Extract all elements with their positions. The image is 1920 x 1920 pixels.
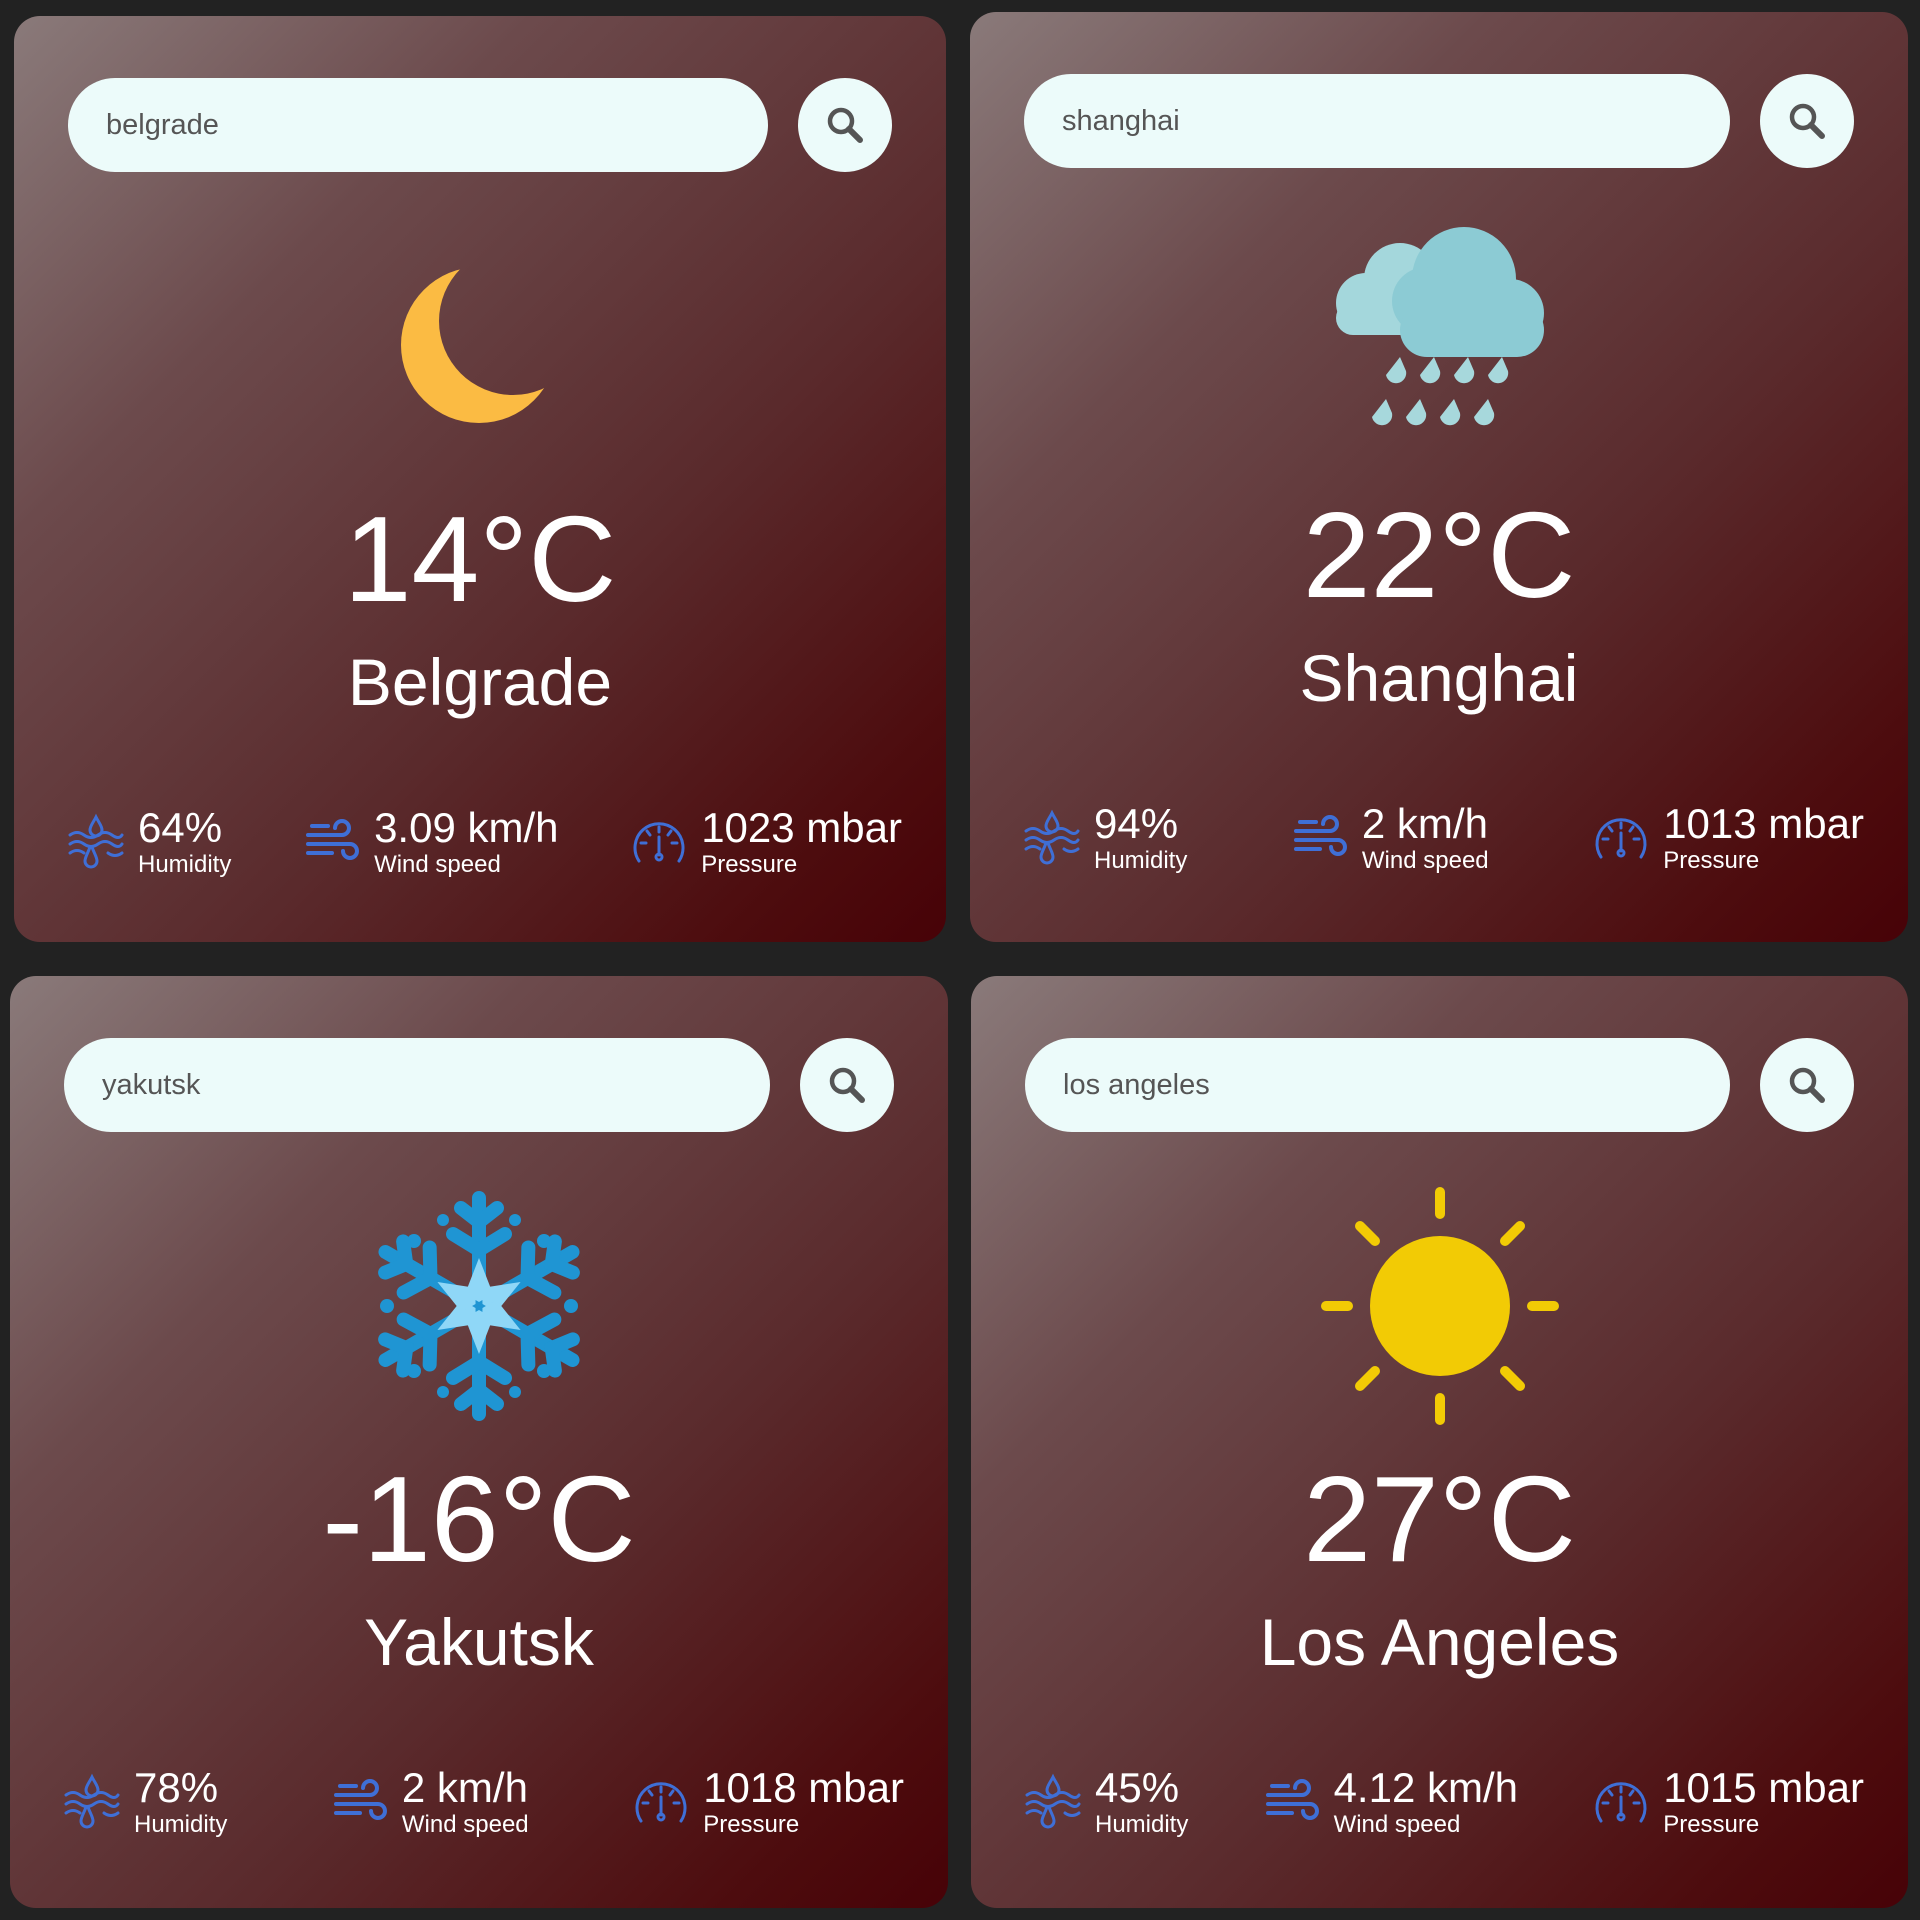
search-button[interactable]	[800, 1038, 894, 1132]
wind-icon	[1293, 815, 1347, 856]
search-icon	[827, 107, 863, 143]
pressure-gauge-icon	[633, 822, 685, 863]
pressure-label: Pressure	[1663, 1811, 1760, 1838]
wind-value: 4.12 km/h	[1333, 1764, 1518, 1811]
wind-icon	[1265, 1779, 1319, 1820]
humidity-stat: 94% Humidity	[1022, 801, 1187, 875]
weather-card-los-angeles: 27°C Los Angeles 45% Humidity	[971, 976, 1908, 1908]
weather-icon	[1314, 217, 1564, 467]
weather-dashboard: 14°C Belgrade 64% Humidity	[0, 0, 1920, 1920]
humidity-stat: 45% Humidity	[1023, 1765, 1188, 1839]
weather-stats: 45% Humidity 4.12 km/h Wind speed 1015 m…	[1023, 1752, 1864, 1852]
pressure-label: Pressure	[703, 1811, 800, 1838]
humidity-label: Humidity	[134, 1811, 228, 1838]
search-bar	[64, 1038, 894, 1132]
search-bar	[68, 78, 892, 172]
weather-stats: 94% Humidity 2 km/h Wind speed 1013 mbar…	[1022, 788, 1864, 888]
city-name: Los Angeles	[1259, 1605, 1620, 1679]
rain-cloud-icon	[1336, 227, 1544, 426]
pressure-gauge-icon	[1595, 1782, 1647, 1823]
pressure-stat: 1015 mbar Pressure	[1591, 1765, 1864, 1839]
sun-icon	[1320, 1187, 1559, 1425]
snowflake-icon	[378, 1191, 580, 1421]
wind-stat: 4.12 km/h Wind speed	[1262, 1765, 1518, 1839]
humidity-label: Humidity	[138, 851, 232, 878]
search-button[interactable]	[798, 78, 892, 172]
humidity-icon	[1024, 809, 1080, 865]
wind-label: Wind speed	[1361, 847, 1489, 874]
search-input[interactable]	[1024, 74, 1730, 168]
humidity-icon	[1025, 1773, 1081, 1829]
temperature: 27°C	[1303, 1451, 1576, 1587]
humidity-value: 45%	[1095, 1764, 1180, 1811]
pressure-value: 1023 mbar	[701, 804, 902, 851]
weather-stats: 78% Humidity 2 km/h Wind speed 1018 mbar…	[62, 1752, 904, 1852]
weather-icon	[354, 1181, 604, 1431]
humidity-value: 78%	[134, 1764, 219, 1811]
pressure-value: 1015 mbar	[1663, 1764, 1864, 1811]
weather-card-belgrade: 14°C Belgrade 64% Humidity	[14, 16, 946, 942]
temperature: 14°C	[343, 491, 617, 627]
weather-card-yakutsk: -16°C Yakutsk 78% Humidity	[10, 976, 948, 1908]
humidity-value: 64%	[138, 804, 223, 851]
pressure-gauge-icon	[1595, 818, 1647, 859]
city-name: Yakutsk	[364, 1605, 594, 1679]
search-bar	[1024, 74, 1854, 168]
search-input[interactable]	[68, 78, 768, 172]
wind-icon	[333, 1779, 387, 1820]
pressure-value: 1013 mbar	[1663, 800, 1864, 847]
wind-stat: 2 km/h Wind speed	[1290, 801, 1489, 875]
search-input[interactable]	[1025, 1038, 1730, 1132]
search-bar	[1025, 1038, 1854, 1132]
humidity-icon	[64, 1773, 120, 1829]
search-button[interactable]	[1760, 1038, 1854, 1132]
humidity-label: Humidity	[1094, 847, 1188, 874]
wind-stat: 2 km/h Wind speed	[330, 1765, 529, 1839]
wind-label: Wind speed	[401, 1811, 529, 1838]
wind-value: 2 km/h	[401, 1764, 528, 1811]
pressure-label: Pressure	[701, 851, 798, 878]
humidity-label: Humidity	[1095, 1811, 1189, 1838]
pressure-gauge-icon	[635, 1782, 687, 1823]
weather-card-shanghai: 22°C Shanghai 94% Humidity	[970, 12, 1908, 942]
search-icon	[1789, 103, 1825, 139]
pressure-stat: 1023 mbar Pressure	[629, 805, 902, 879]
pressure-label: Pressure	[1663, 847, 1760, 874]
wind-value: 3.09 km/h	[374, 804, 559, 851]
temperature: 22°C	[1302, 487, 1576, 623]
humidity-icon	[68, 813, 124, 869]
search-icon	[829, 1067, 865, 1103]
search-input[interactable]	[64, 1038, 770, 1132]
wind-label: Wind speed	[1333, 1811, 1461, 1838]
humidity-value: 94%	[1094, 800, 1179, 847]
wind-icon	[306, 819, 360, 860]
search-button[interactable]	[1760, 74, 1854, 168]
weather-stats: 64% Humidity 3.09 km/h Wind speed 1023 m…	[66, 792, 902, 892]
humidity-stat: 78% Humidity	[62, 1765, 227, 1839]
moon-icon	[401, 267, 557, 423]
pressure-stat: 1018 mbar Pressure	[631, 1765, 904, 1839]
weather-icon	[355, 221, 605, 471]
wind-label: Wind speed	[374, 851, 501, 878]
humidity-stat: 64% Humidity	[66, 805, 231, 879]
city-name: Belgrade	[347, 645, 613, 719]
search-icon	[1789, 1067, 1825, 1103]
wind-value: 2 km/h	[1361, 800, 1488, 847]
pressure-stat: 1013 mbar Pressure	[1591, 801, 1864, 875]
city-name: Shanghai	[1299, 641, 1579, 715]
wind-stat: 3.09 km/h Wind speed	[302, 804, 559, 879]
pressure-value: 1018 mbar	[703, 1764, 904, 1811]
temperature: -16°C	[322, 1451, 636, 1587]
weather-icon	[1315, 1181, 1565, 1431]
